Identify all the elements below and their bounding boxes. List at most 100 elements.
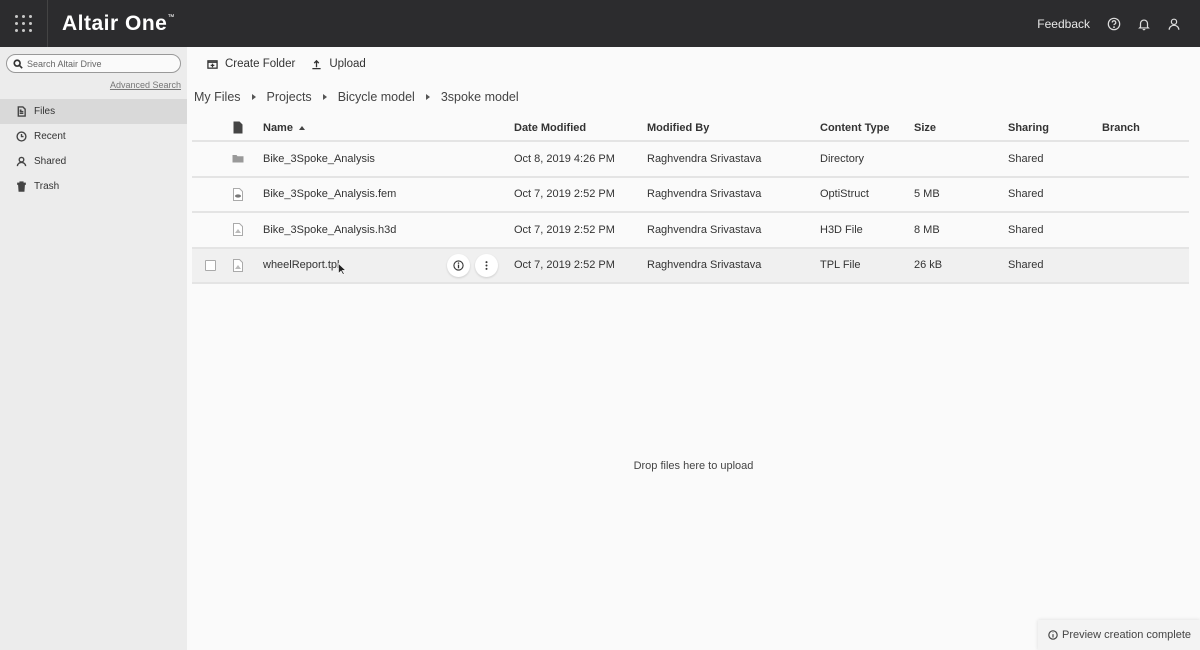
breadcrumb-item[interactable]: Bicycle model (338, 90, 415, 104)
column-header-sharing[interactable]: Sharing (1008, 115, 1049, 140)
toast-message: Preview creation complete (1062, 629, 1192, 641)
apps-launcher-button[interactable] (0, 0, 48, 47)
sidebar-item-files[interactable]: Files (0, 99, 187, 124)
date-modified: Oct 7, 2019 2:52 PM (514, 259, 615, 272)
date-modified: Oct 7, 2019 2:52 PM (514, 223, 615, 236)
create-folder-label: Create Folder (225, 58, 296, 70)
column-header-label: Name (263, 121, 293, 134)
column-header-content-type[interactable]: Content Type (820, 115, 889, 140)
breadcrumb-current: 3spoke model (440, 90, 519, 104)
sidebar: Advanced Search Files Recent Shared Tras… (0, 47, 187, 650)
breadcrumb: My Files Projects Bicycle model 3spoke m… (194, 90, 519, 104)
file-size: 8 MB (914, 223, 940, 236)
modified-by: Raghvendra Srivastava (647, 152, 762, 165)
folder-icon (232, 142, 244, 176)
sharing-status: Shared (1008, 188, 1044, 201)
column-header-name[interactable]: Name (263, 115, 305, 140)
top-bar-actions: Feedback (1037, 0, 1182, 47)
file-type-header-icon (232, 115, 244, 140)
file-size: 5 MB (914, 188, 940, 201)
user-icon[interactable] (1166, 16, 1182, 32)
row-actions (447, 249, 498, 283)
info-icon (1048, 630, 1058, 640)
search-input[interactable] (27, 58, 177, 69)
sort-ascending-icon (298, 125, 305, 130)
sharing-status: Shared (1008, 223, 1044, 236)
sidebar-item-label: Files (34, 106, 56, 117)
top-bar: Altair One™ Feedback (0, 0, 1200, 47)
clock-icon (16, 131, 27, 142)
sidebar-item-label: Trash (34, 181, 60, 192)
table-row[interactable]: Bike_3Spoke_Analysis.fem Oct 7, 2019 2:5… (192, 178, 1189, 213)
brand-logo[interactable]: Altair One™ (62, 12, 175, 36)
search-icon (13, 58, 23, 69)
sidebar-nav: Files Recent Shared Trash (0, 99, 187, 199)
drop-zone-hint: Drop files here to upload (633, 460, 754, 472)
date-modified: Oct 7, 2019 2:52 PM (514, 188, 615, 201)
search-box[interactable] (6, 54, 181, 73)
content-type: Directory (820, 152, 865, 165)
more-options-button[interactable] (475, 253, 498, 277)
file-icon (17, 106, 26, 117)
file-table: Name Date Modified Modified By Content T… (192, 115, 1189, 284)
breadcrumb-separator-icon (322, 94, 327, 100)
file-name[interactable]: Bike_3Spoke_Analysis.h3d (263, 213, 396, 247)
table-row[interactable]: wheelReport.tpl Oct 7, 2019 2:52 PM Ragh… (192, 248, 1189, 284)
date-modified: Oct 8, 2019 4:26 PM (514, 152, 615, 165)
upload-label: Upload (329, 58, 366, 70)
row-checkbox[interactable] (205, 249, 216, 283)
file-size: 26 kB (914, 259, 943, 272)
h3d-file-icon (232, 213, 244, 247)
table-header: Name Date Modified Modified By Content T… (192, 115, 1189, 142)
more-vertical-icon (485, 260, 488, 270)
toast-notification: Preview creation complete (1038, 620, 1200, 650)
modified-by: Raghvendra Srivastava (647, 259, 762, 272)
brand-name: Altair One (62, 11, 168, 35)
toolbar: Create Folder Upload (207, 58, 366, 70)
sidebar-item-shared[interactable]: Shared (0, 149, 187, 174)
sidebar-item-trash[interactable]: Trash (0, 174, 187, 199)
info-button[interactable] (447, 253, 470, 277)
content-type: OptiStruct (820, 188, 869, 201)
table-row[interactable]: Bike_3Spoke_Analysis.h3d Oct 7, 2019 2:5… (192, 213, 1189, 249)
content-type: TPL File (820, 259, 861, 272)
sharing-status: Shared (1008, 259, 1044, 272)
column-header-modified-by[interactable]: Modified By (647, 115, 709, 140)
file-name[interactable]: wheelReport.tpl (263, 249, 339, 283)
mouse-cursor-icon (338, 262, 346, 275)
help-icon[interactable] (1106, 16, 1122, 32)
create-folder-button[interactable]: Create Folder (207, 58, 295, 70)
trademark: ™ (167, 13, 175, 21)
trash-icon (17, 181, 26, 192)
apps-grid-icon (15, 15, 32, 32)
user-icon (16, 156, 27, 167)
upload-icon (312, 59, 321, 69)
file-name[interactable]: Bike_3Spoke_Analysis (263, 142, 375, 176)
file-name[interactable]: Bike_3Spoke_Analysis.fem (263, 178, 396, 212)
checkbox[interactable] (205, 259, 216, 271)
sidebar-item-label: Recent (34, 131, 66, 142)
upload-button[interactable]: Upload (311, 58, 366, 70)
bell-icon[interactable] (1136, 16, 1152, 32)
column-header-date-modified[interactable]: Date Modified (514, 115, 586, 140)
column-header-branch[interactable]: Branch (1102, 115, 1140, 140)
info-icon (453, 260, 464, 271)
main-content: Create Folder Upload My Files Projects B… (187, 47, 1200, 650)
breadcrumb-item[interactable]: My Files (194, 90, 241, 104)
breadcrumb-separator-icon (425, 94, 430, 100)
sharing-status: Shared (1008, 152, 1044, 165)
table-row[interactable]: Bike_3Spoke_Analysis Oct 8, 2019 4:26 PM… (192, 142, 1189, 178)
column-header-size[interactable]: Size (914, 115, 936, 140)
content-type: H3D File (820, 223, 863, 236)
sidebar-item-recent[interactable]: Recent (0, 124, 187, 149)
fem-file-icon (232, 178, 244, 212)
breadcrumb-item[interactable]: Projects (267, 90, 312, 104)
feedback-link[interactable]: Feedback (1037, 17, 1090, 31)
sidebar-item-label: Shared (34, 156, 67, 167)
tpl-file-icon (232, 249, 244, 283)
breadcrumb-separator-icon (251, 94, 256, 100)
modified-by: Raghvendra Srivastava (647, 188, 762, 201)
modified-by: Raghvendra Srivastava (647, 223, 762, 236)
folder-plus-icon (207, 59, 218, 69)
advanced-search-link[interactable]: Advanced Search (110, 80, 181, 90)
